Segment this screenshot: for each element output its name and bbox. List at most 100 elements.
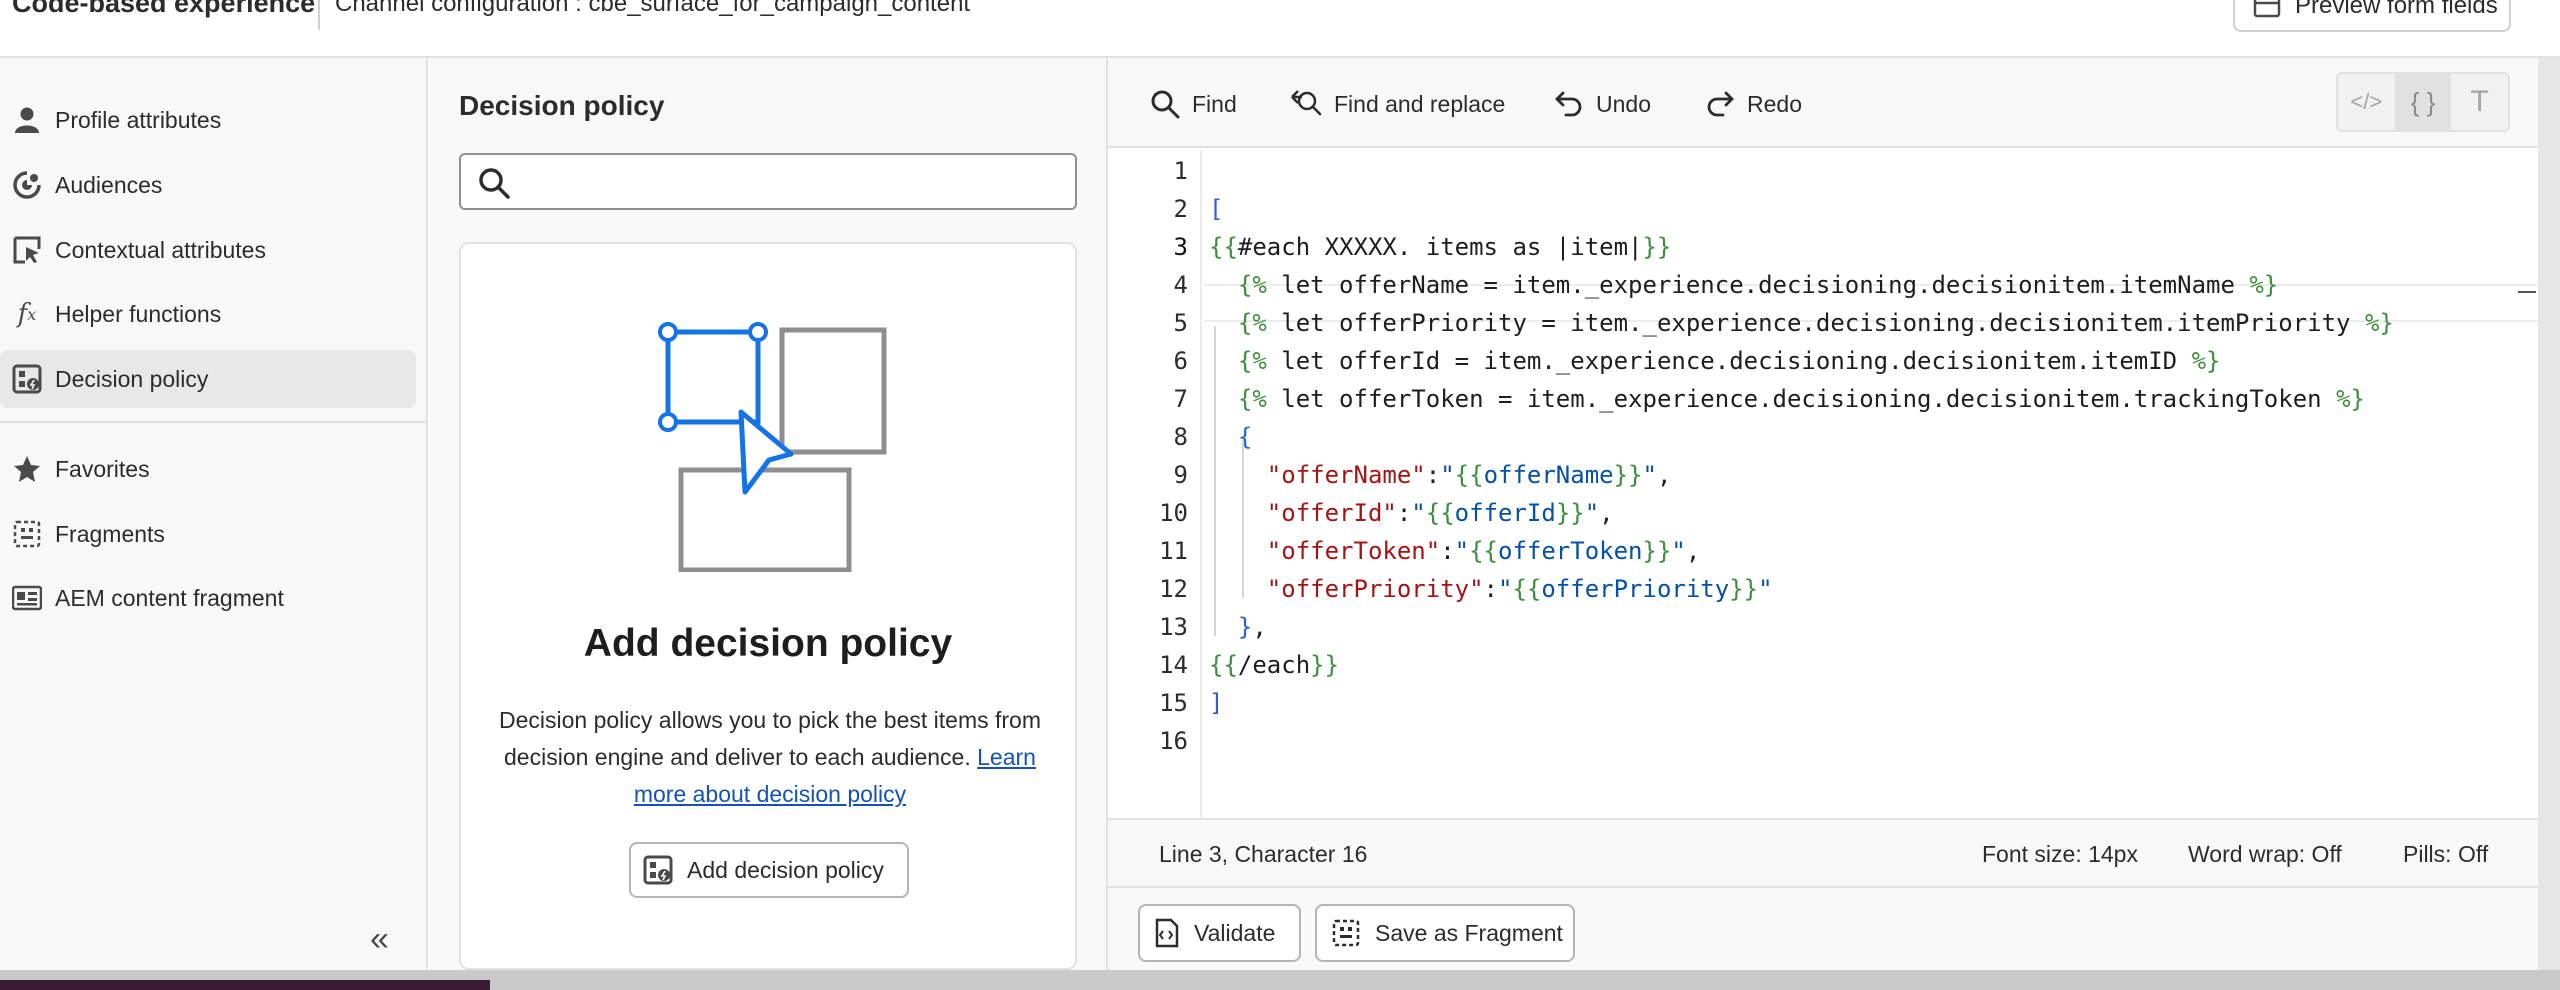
- aem-icon: [10, 581, 44, 615]
- sidebar-item-label: Profile attributes: [55, 106, 222, 133]
- sidebar-item-label: Favorites: [55, 455, 150, 482]
- sidebar-divider: [0, 421, 428, 423]
- code-line[interactable]: {% let offerToken = item._experience.dec…: [1209, 385, 2365, 413]
- sidebar-item-label: Contextual attributes: [55, 236, 266, 263]
- code-line[interactable]: [: [1209, 195, 1223, 223]
- line-number: 5: [1173, 309, 1188, 337]
- decision-icon: [10, 362, 44, 396]
- decision-icon: [643, 855, 673, 885]
- undo-icon: [1555, 91, 1582, 117]
- channel-configuration: Channel configuration : cbe_surface_for_…: [335, 0, 971, 17]
- empty-state-description: Decision policy allows you to pick the b…: [481, 702, 1059, 813]
- sidebar-item-fragments[interactable]: Fragments: [0, 505, 416, 563]
- font-size-setting[interactable]: Font size: 14px: [1982, 841, 2138, 868]
- validate-label: Validate: [1194, 919, 1276, 946]
- line-number: 16: [1159, 727, 1188, 755]
- scroll-gutter: [2538, 58, 2560, 970]
- editor-status-bar: Line 3, Character 16 Font size: 14px Wor…: [1108, 818, 2538, 888]
- decision-policy-illustration: [649, 312, 889, 572]
- undo-button[interactable]: Undo: [1554, 84, 1651, 124]
- left-sidebar: Profile attributes Audiences Contextual …: [0, 58, 428, 970]
- find-replace-label: Find and replace: [1334, 90, 1506, 117]
- code-line[interactable]: {% let offerPriority = item._experience.…: [1209, 309, 2394, 337]
- code-editor-pane: Find Find and replace Undo Redo </> { } …: [1108, 58, 2538, 970]
- page-title: Code-based experience: [12, 0, 316, 18]
- code-line[interactable]: {% let offerId = item._experience.decisi…: [1209, 347, 2221, 375]
- find-button[interactable]: Find: [1150, 84, 1237, 124]
- json-view-icon[interactable]: { }: [2394, 74, 2452, 130]
- redo-button[interactable]: Redo: [1705, 84, 1802, 124]
- code-line[interactable]: {{/each}}: [1209, 651, 1339, 679]
- panel-title: Decision policy: [459, 90, 665, 121]
- sidebar-item-favorites[interactable]: Favorites: [0, 440, 416, 498]
- preview-icon: [2253, 0, 2281, 18]
- code-view-icon[interactable]: </>: [2338, 74, 2395, 130]
- os-taskbar: [0, 970, 2560, 990]
- taskbar-accent: [0, 980, 490, 990]
- undo-label: Undo: [1596, 90, 1651, 117]
- editor-mode-switcher: </> { } T: [2336, 72, 2510, 132]
- sidebar-item-label: Decision policy: [55, 365, 209, 392]
- sidebar-item-label: AEM content fragment: [55, 584, 284, 611]
- code-line[interactable]: "offerPriority":"{{offerPriority}}": [1209, 575, 1773, 603]
- empty-state-card: Add decision policy Decision policy allo…: [459, 242, 1077, 970]
- line-number: 10: [1159, 499, 1188, 527]
- find-label: Find: [1192, 90, 1237, 117]
- code-line[interactable]: {{#each XXXXX. items as |item|}}: [1209, 233, 1671, 261]
- fragment-icon: [1332, 919, 1360, 947]
- line-number: 6: [1173, 347, 1188, 375]
- header: Code-based experience Channel configurat…: [0, 0, 2560, 58]
- save-as-fragment-label: Save as Fragment: [1375, 919, 1563, 946]
- find-replace-icon: [1291, 90, 1322, 116]
- empty-state-text: Decision policy allows you to pick the b…: [499, 707, 1041, 770]
- search-icon: [479, 168, 510, 199]
- pills-setting[interactable]: Pills: Off: [2403, 841, 2488, 868]
- text-view-icon[interactable]: T: [2451, 74, 2508, 130]
- code-area[interactable]: 1 2 3 4 5 6 7 8 9 10 11 12 13 14 15 16 […: [1108, 150, 2538, 818]
- code-line[interactable]: "offerName":"{{offerName}}",: [1209, 461, 1672, 489]
- redo-label: Redo: [1747, 90, 1802, 117]
- code-line[interactable]: {% let offerName = item._experience.deci…: [1209, 271, 2278, 299]
- search-input[interactable]: [459, 153, 1077, 210]
- line-number-gutter: 1 2 3 4 5 6 7 8 9 10 11 12 13 14 15 16: [1108, 150, 1202, 818]
- preview-form-fields-button[interactable]: Preview form fields: [2233, 0, 2511, 32]
- empty-state-title: Add decision policy: [583, 622, 953, 665]
- sidebar-item-profile-attributes[interactable]: Profile attributes: [0, 91, 416, 149]
- cursor-position: Line 3, Character 16: [1159, 841, 1368, 867]
- sidebar-item-label: Fragments: [55, 520, 165, 547]
- code-line[interactable]: "offerId":"{{offerId}}",: [1209, 499, 1614, 527]
- line-number: 7: [1173, 385, 1188, 413]
- line-number: 14: [1159, 651, 1188, 679]
- validate-button[interactable]: Validate: [1138, 904, 1301, 962]
- code-line[interactable]: "offerToken":"{{offerToken}}",: [1209, 537, 1701, 565]
- line-number: 15: [1159, 689, 1188, 717]
- validate-icon: [1155, 918, 1179, 948]
- star-icon: [10, 452, 44, 486]
- audiences-icon: [10, 168, 44, 202]
- find-and-replace-button[interactable]: Find and replace: [1290, 84, 1505, 124]
- contextual-icon: [10, 233, 44, 267]
- editor-actions: Validate Save as Fragment: [1108, 888, 2538, 970]
- decision-policy-panel: Decision policy Add decision policy Deci…: [430, 58, 1108, 970]
- code-line[interactable]: {: [1209, 423, 1252, 451]
- save-as-fragment-button[interactable]: Save as Fragment: [1315, 904, 1575, 962]
- line-number: 3: [1173, 233, 1188, 261]
- add-decision-policy-label: Add decision policy: [687, 856, 884, 883]
- sidebar-item-helper-functions[interactable]: fx Helper functions: [0, 285, 416, 343]
- sidebar-item-label: Helper functions: [55, 300, 222, 327]
- word-wrap-setting[interactable]: Word wrap: Off: [2188, 841, 2342, 868]
- sidebar-item-contextual-attributes[interactable]: Contextual attributes: [0, 221, 416, 279]
- line-number: 11: [1159, 537, 1188, 565]
- header-divider: [318, 0, 320, 30]
- code-line[interactable]: ]: [1209, 689, 1223, 717]
- code-line[interactable]: },: [1209, 613, 1267, 641]
- function-icon: fx: [17, 299, 37, 329]
- sidebar-item-aem-content-fragment[interactable]: AEM content fragment: [0, 569, 416, 627]
- add-decision-policy-button[interactable]: Add decision policy: [629, 842, 909, 898]
- line-number: 12: [1159, 575, 1188, 603]
- search-icon: [1151, 90, 1180, 119]
- sidebar-item-audiences[interactable]: Audiences: [0, 156, 416, 214]
- sidebar-item-decision-policy[interactable]: Decision policy: [0, 350, 416, 408]
- collapse-sidebar-button[interactable]: «: [370, 920, 389, 959]
- line-number: 4: [1173, 271, 1188, 299]
